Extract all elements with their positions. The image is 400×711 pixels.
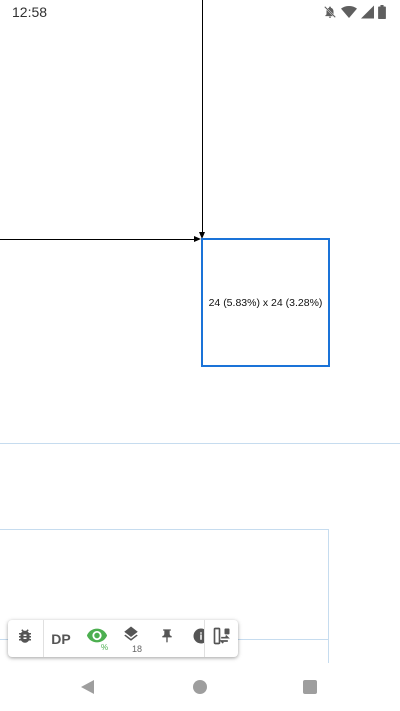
pin-button[interactable] [150, 620, 184, 657]
layout-bound-line [0, 443, 400, 444]
eye-badge: % [101, 643, 109, 652]
back-button[interactable] [81, 680, 94, 694]
recents-button[interactable] [303, 680, 317, 694]
swap-layout-button[interactable] [205, 620, 238, 657]
navigation-bar [0, 663, 400, 711]
status-bar: 12:58 [0, 0, 400, 24]
signal-icon [361, 5, 374, 19]
info-button[interactable] [184, 620, 204, 657]
status-time: 12:58 [12, 4, 48, 20]
dp-unit-toggle[interactable]: DP [44, 620, 78, 657]
layers-count: 18 [132, 644, 143, 654]
wifi-icon [341, 5, 357, 19]
selected-view-box[interactable]: 24 (5.83%) x 24 (3.28%) [201, 238, 330, 367]
inspector-toolbar: DP % 18 [8, 620, 238, 657]
horizontal-guide-line [0, 239, 196, 240]
home-button[interactable] [193, 680, 207, 694]
battery-icon [378, 5, 386, 19]
dp-label: DP [51, 630, 71, 647]
guide-arrow-right-icon [194, 236, 201, 242]
bug-icon [16, 627, 34, 650]
dimension-label: 24 (5.83%) x 24 (3.28%) [208, 296, 323, 309]
status-icons [323, 4, 386, 20]
info-icon [192, 627, 204, 650]
bug-button[interactable] [8, 620, 42, 657]
layers-button[interactable]: 18 [114, 620, 148, 657]
vertical-guide-line [202, 0, 203, 234]
pin-icon [159, 627, 175, 650]
visibility-toggle[interactable]: % [80, 620, 114, 657]
notifications-off-icon [323, 5, 337, 19]
swap-layout-icon [212, 626, 232, 651]
